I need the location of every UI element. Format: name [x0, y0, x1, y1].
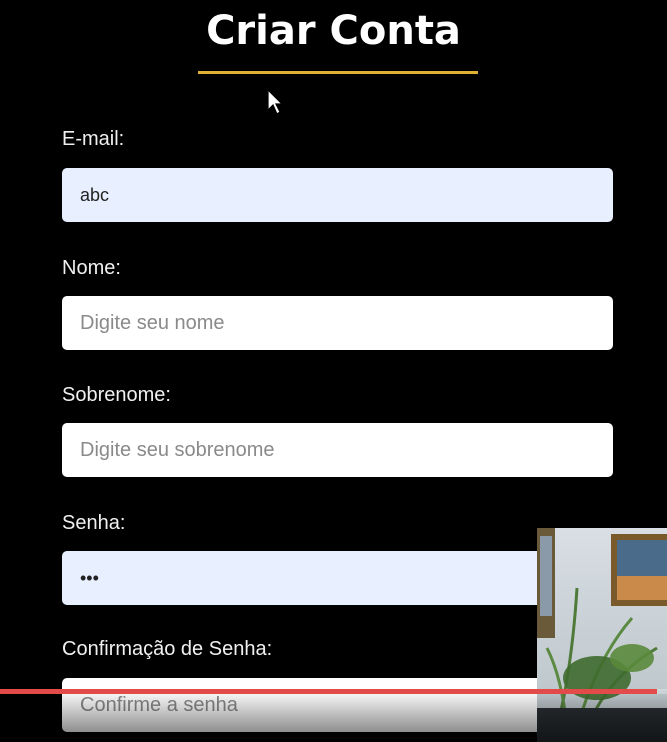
- video-progress-bar[interactable]: [0, 689, 667, 694]
- email-field[interactable]: [62, 168, 613, 222]
- sobrenome-label: Sobrenome:: [62, 384, 171, 406]
- mouse-pointer-icon: [267, 88, 284, 115]
- video-progress-fill: [0, 689, 657, 694]
- email-label: E-mail:: [62, 128, 125, 150]
- senha-field[interactable]: [62, 551, 613, 605]
- nome-label: Nome:: [62, 257, 121, 279]
- presenter-video-thumbnail: [537, 528, 667, 742]
- nome-field[interactable]: [62, 296, 613, 350]
- title-underline: [198, 71, 478, 74]
- sobrenome-field[interactable]: [62, 423, 613, 477]
- room-scene-image: [537, 528, 667, 742]
- confirmacao-label: Confirmação de Senha:: [62, 638, 273, 660]
- senha-label: Senha:: [62, 512, 126, 534]
- confirmacao-field[interactable]: [62, 678, 613, 732]
- page-title: Criar Conta: [206, 8, 461, 54]
